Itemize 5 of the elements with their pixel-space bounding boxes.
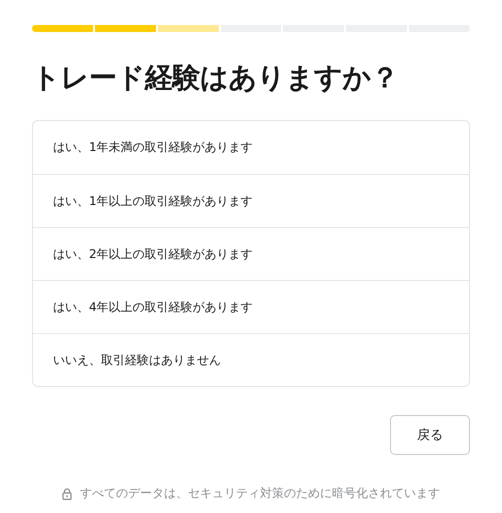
answer-option[interactable]: いいえ、取引経験はありません	[33, 333, 469, 386]
back-button[interactable]: 戻る	[390, 415, 470, 455]
page-title: トレード経験はありますか？	[32, 60, 400, 96]
lock-icon	[62, 488, 72, 500]
security-notice: すべてのデータは、セキュリティ対策のために暗号化されています	[80, 485, 440, 502]
